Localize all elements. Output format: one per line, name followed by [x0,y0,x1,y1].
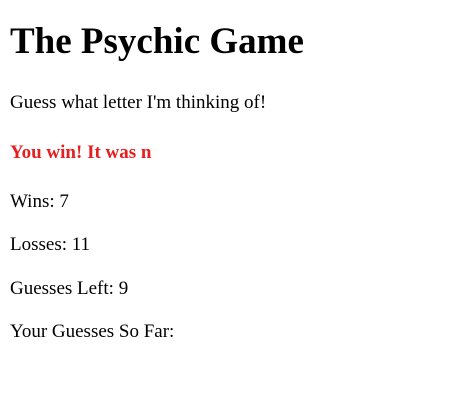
page-title: The Psychic Game [10,21,304,62]
wins-counter: Wins: 7 [10,191,69,212]
losses-counter: Losses: 11 [10,234,91,255]
result-message: You win! It was n [10,142,152,163]
game-instructions: Guess what letter I'm thinking of! [10,92,267,113]
guesses-so-far: Your Guesses So Far: [10,321,175,342]
guesses-left-counter: Guesses Left: 9 [10,278,129,299]
